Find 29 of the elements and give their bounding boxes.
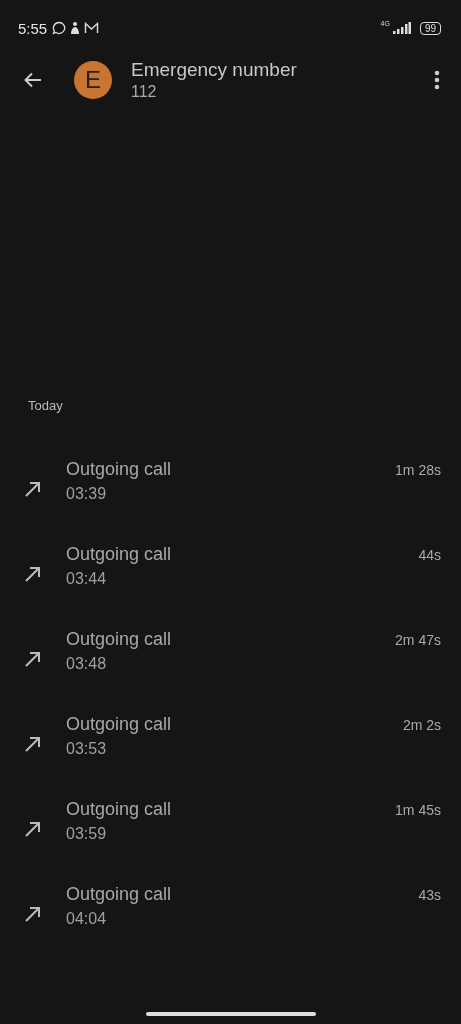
- call-time: 03:53: [66, 740, 108, 758]
- call-duration: 43s: [418, 886, 441, 903]
- call-time: 04:04: [66, 910, 108, 928]
- call-type: Outgoing call: [66, 799, 173, 820]
- call-duration: 1m 45s: [395, 801, 441, 818]
- call-type: Outgoing call: [66, 629, 173, 650]
- call-duration: 2m 2s: [402, 716, 441, 733]
- call-duration: 2m 47s: [395, 631, 441, 648]
- call-time: 03:44: [66, 570, 108, 588]
- signal-icon: [392, 22, 411, 34]
- call-type: Outgoing call: [66, 544, 173, 565]
- call-time: 03:39: [66, 485, 108, 503]
- contact-name: Emergency number: [131, 59, 298, 81]
- call-time: 03:48: [66, 655, 108, 673]
- chat-icon: [52, 21, 67, 35]
- mail-icon: [84, 22, 100, 34]
- contact-number: 112: [131, 83, 158, 101]
- call-type: Outgoing call: [66, 884, 173, 905]
- call-type: Outgoing call: [66, 459, 173, 480]
- call-time: 03:59: [66, 825, 108, 843]
- call-duration: 44s: [418, 546, 441, 563]
- section-header: Today: [28, 398, 64, 413]
- battery-indicator: 99: [419, 21, 441, 35]
- contact-avatar: E: [74, 61, 112, 99]
- call-type: Outgoing call: [66, 714, 173, 735]
- call-duration: 1m 28s: [395, 461, 441, 478]
- figure-icon: [69, 21, 82, 35]
- status-time: 5:55: [18, 19, 48, 37]
- more-icon[interactable]: [434, 70, 440, 90]
